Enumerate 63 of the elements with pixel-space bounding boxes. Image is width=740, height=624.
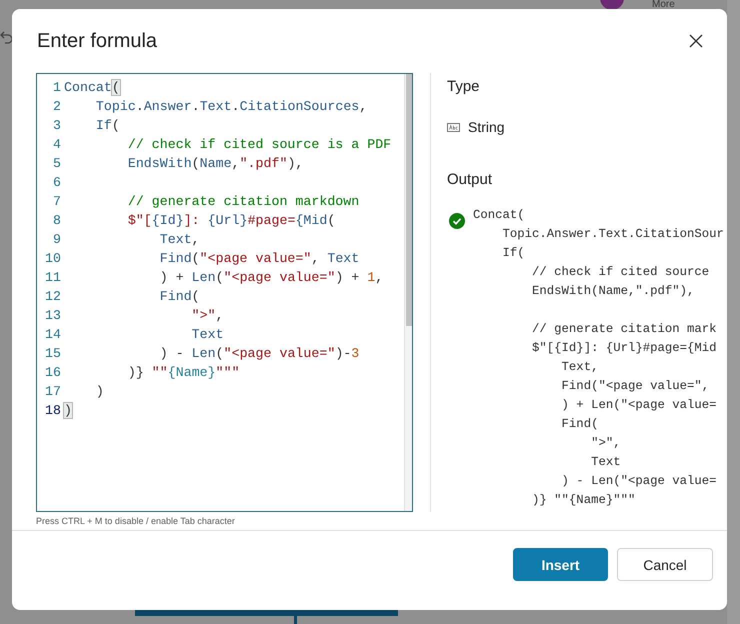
line-number: 2 <box>52 98 62 116</box>
line-number: 9 <box>52 231 62 249</box>
cancel-button[interactable]: Cancel <box>617 548 713 581</box>
line-number: 14 <box>44 326 62 344</box>
line-number: 8 <box>52 212 62 230</box>
code-line: )} ""{Name}""" <box>126 364 240 382</box>
output-line: Find("<page value=", <box>560 378 710 395</box>
output-line: Text, <box>560 359 600 376</box>
insert-button[interactable]: Insert <box>513 548 608 581</box>
output-line: If( <box>502 245 526 262</box>
output-line: // generate citation mark <box>531 321 718 338</box>
output-line: EndsWith(Name,".pdf"), <box>531 283 696 300</box>
line-number: 3 <box>52 117 62 135</box>
scrollbar-thumb[interactable] <box>406 74 412 326</box>
text-type-icon <box>447 123 460 132</box>
line-number: 10 <box>44 250 62 268</box>
output-line: ) + Len("<page value= <box>560 397 718 414</box>
output-line: Topic.Answer.Text.CitationSour <box>502 226 724 243</box>
line-number: 4 <box>52 136 62 154</box>
output-line: Text <box>590 454 622 471</box>
line-number: 6 <box>52 174 62 192</box>
type-value: String <box>468 118 505 137</box>
code-line: Find("<page value=", Text <box>158 250 360 268</box>
more-label[interactable]: More <box>652 0 675 10</box>
code-line: Find( <box>158 288 200 306</box>
code-line: ) <box>94 383 104 401</box>
line-number: 1 <box>52 79 62 97</box>
code-line: ">", <box>190 307 224 325</box>
code-line: ) - Len("<page value=")-3 <box>158 345 360 363</box>
section-heading: Type <box>447 78 481 96</box>
line-number: 12 <box>44 288 62 306</box>
undo-icon[interactable] <box>0 30 14 44</box>
code-line: ) + Len("<page value=") + 1, <box>158 269 384 287</box>
code-line: If( <box>94 117 120 135</box>
output-line: // check if cited source <box>531 264 710 281</box>
formula-editor[interactable] <box>36 73 413 512</box>
code-line: Topic.Answer.Text.CitationSources, <box>94 98 368 116</box>
output-line: Concat( <box>473 207 526 224</box>
line-number: 18 <box>44 402 62 420</box>
line-number: 5 <box>52 155 62 173</box>
output-line: ) - Len("<page value= <box>560 473 718 490</box>
code-line: Text, <box>158 231 200 249</box>
line-number: 13 <box>44 307 62 325</box>
output-line: $"[{Id}]: {Url}#page={Mid <box>531 340 718 357</box>
code-line: // check if cited source is a PDF <box>126 136 392 154</box>
output-line: ">", <box>590 435 622 452</box>
code-line: EndsWith(Name,".pdf"), <box>126 155 304 173</box>
line-number: 17 <box>44 383 62 401</box>
line-number: 7 <box>52 193 62 211</box>
line-number: 15 <box>44 345 62 363</box>
dialog-title: Enter formula <box>37 29 158 53</box>
code-line: Concat( <box>63 79 120 97</box>
code-line: $"[{Id}]: {Url}#page={Mid( <box>126 212 336 230</box>
line-number: 11 <box>44 269 62 287</box>
output-line: )} ""{Name}""" <box>531 492 636 509</box>
section-heading: Output <box>447 171 494 189</box>
line-number: 16 <box>44 364 62 382</box>
output-line: Find( <box>560 416 600 433</box>
code-line: Text <box>190 326 224 344</box>
close-button[interactable] <box>687 32 705 50</box>
scrollbar[interactable] <box>404 74 412 511</box>
hint-text: Press CTRL + M to disable / enable Tab character <box>35 515 236 528</box>
code-line: // generate citation markdown <box>126 193 360 211</box>
